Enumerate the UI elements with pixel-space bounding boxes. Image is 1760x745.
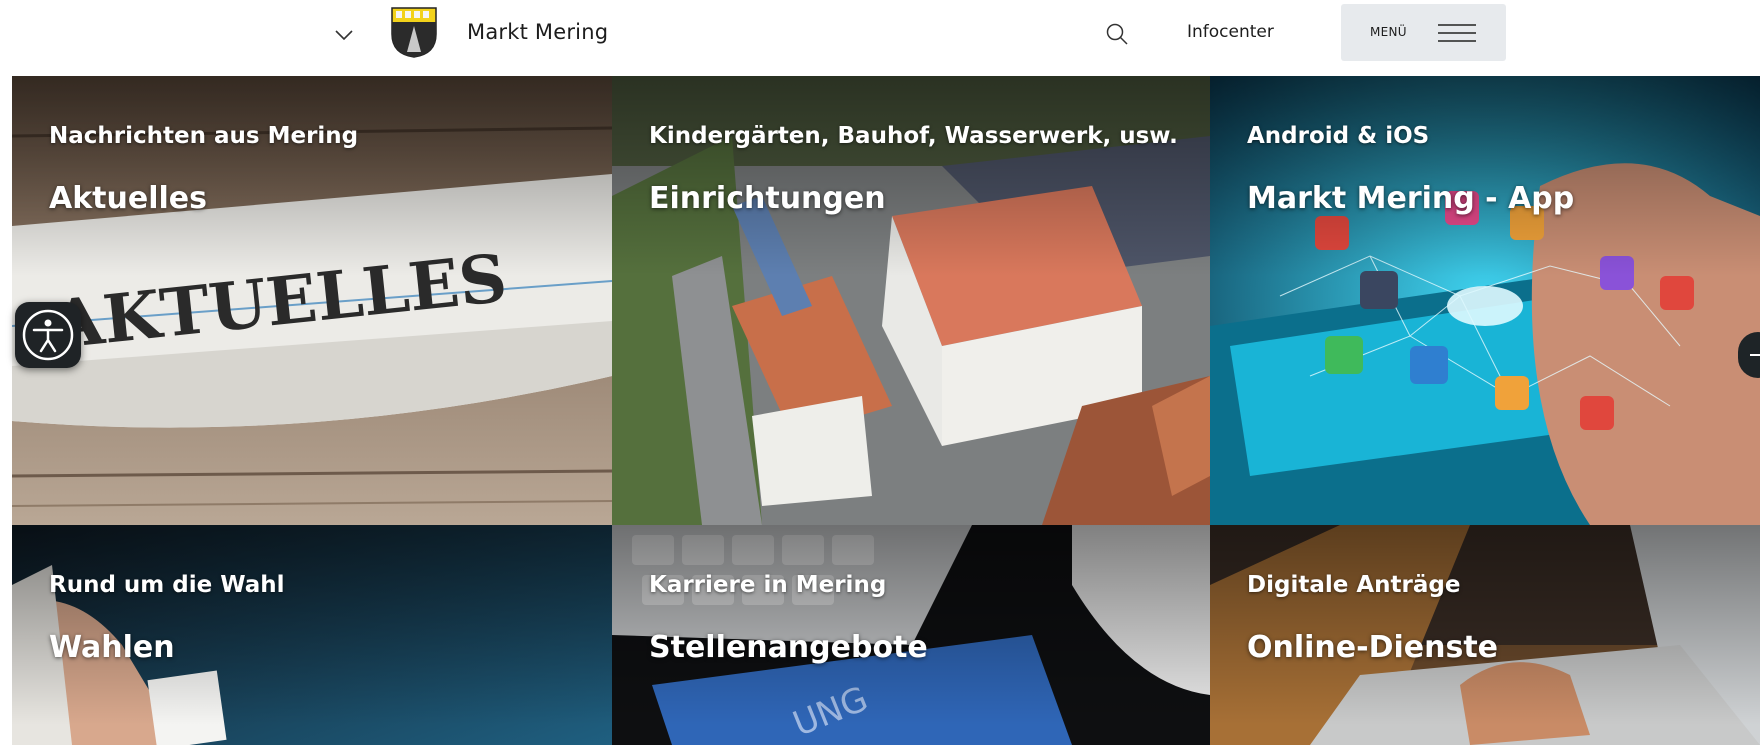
tile-kicker: Karriere in Mering	[649, 572, 887, 598]
tile-online-dienste[interactable]: Digitale Anträge Online-Dienste	[1210, 525, 1760, 745]
tile-kicker: Nachrichten aus Mering	[49, 123, 359, 149]
tile-title[interactable]: Markt Mering - App	[1247, 181, 1574, 216]
accessibility-icon	[22, 309, 74, 361]
tile-kicker: Kindergärten, Bauhof, Wasserwerk, usw.	[649, 123, 1178, 149]
tile-title[interactable]: Einrichtungen	[649, 181, 886, 216]
tile-title[interactable]: Stellenangebote	[649, 630, 928, 665]
tile-title[interactable]: Aktuelles	[49, 181, 207, 216]
hamburger-icon	[1438, 24, 1476, 42]
tile-stellenangebote[interactable]: UNG Karriere in Mering Stellenangebote	[612, 525, 1210, 745]
accessibility-button[interactable]	[15, 302, 81, 368]
site-title[interactable]: Markt Mering	[467, 20, 608, 44]
arrow-icon	[1750, 354, 1760, 356]
search-icon[interactable]	[1105, 22, 1129, 46]
tile-kicker: Rund um die Wahl	[49, 572, 285, 598]
teaser-grid: AKTUELLES Nachrichten aus Mering Aktuell…	[12, 76, 1760, 745]
menu-label: MENÜ	[1370, 25, 1407, 39]
tile-kicker: Digitale Anträge	[1247, 572, 1461, 598]
tile-einrichtungen[interactable]: Kindergärten, Bauhof, Wasserwerk, usw. E…	[612, 76, 1210, 525]
tile-title[interactable]: Online-Dienste	[1247, 630, 1498, 665]
tile-title[interactable]: Wahlen	[49, 630, 175, 665]
crest-logo[interactable]	[390, 6, 438, 58]
chevron-down-icon[interactable]	[333, 24, 355, 46]
tile-kicker: Android & iOS	[1247, 123, 1430, 149]
tile-aktuelles[interactable]: AKTUELLES Nachrichten aus Mering Aktuell…	[12, 76, 612, 525]
slider-next-button[interactable]	[1738, 332, 1760, 378]
site-header: Markt Mering Infocenter MENÜ	[0, 0, 1760, 76]
menu-button[interactable]: MENÜ	[1341, 4, 1506, 61]
infocenter-link[interactable]: Infocenter	[1187, 22, 1274, 42]
tile-wahlen[interactable]: Rund um die Wahl Wahlen	[12, 525, 612, 745]
tile-app[interactable]: Android & iOS Markt Mering - App	[1210, 76, 1760, 525]
